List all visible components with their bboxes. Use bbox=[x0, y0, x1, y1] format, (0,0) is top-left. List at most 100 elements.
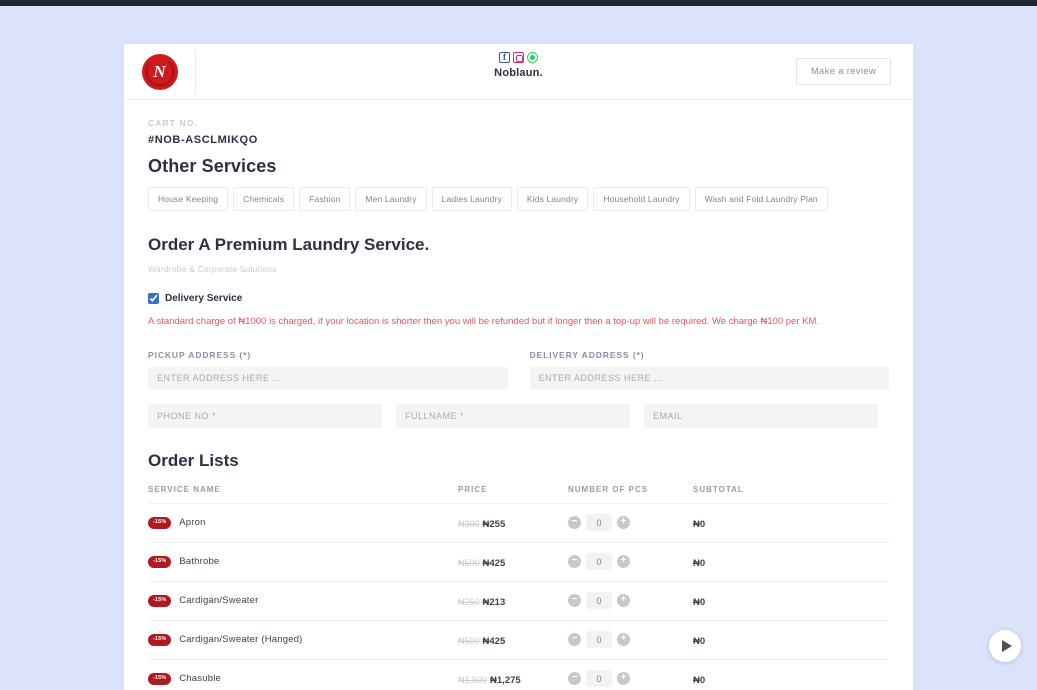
quantity-input[interactable] bbox=[586, 670, 612, 688]
service-name-text: Chasuble bbox=[179, 673, 221, 685]
email-input[interactable] bbox=[644, 403, 878, 428]
increment-button[interactable]: + bbox=[617, 555, 630, 569]
delivery-service-label[interactable]: Delivery Service bbox=[165, 293, 242, 304]
quantity-input[interactable] bbox=[586, 553, 612, 571]
cell-subtotal: ₦0 bbox=[693, 542, 889, 582]
order-lists-table: SERVICE NAME PRICE NUMBER OF PCS SUBTOTA… bbox=[148, 484, 889, 690]
other-services-title: Other Services bbox=[148, 156, 277, 176]
delivery-charge-notice: A standard charge of ₦1000 is charged, i… bbox=[148, 316, 820, 327]
play-icon bbox=[1001, 640, 1012, 652]
service-tabs: House Keeping Chemicals Fashion Men Laun… bbox=[148, 187, 889, 211]
cell-service-name: -15% Cardigan/Sweater bbox=[148, 581, 458, 621]
tab-kids-laundry[interactable]: Kids Laundry bbox=[516, 187, 589, 211]
contact-fields-row bbox=[148, 403, 889, 428]
instagram-icon[interactable] bbox=[513, 52, 524, 63]
cell-price: ₦1,500 ₦1,275 bbox=[458, 659, 568, 690]
cell-quantity: −+ bbox=[568, 581, 693, 621]
quantity-input[interactable] bbox=[586, 514, 612, 532]
order-lists-body: -15%Apron₦300₦255−+₦0-15%Bathrobe₦500₦42… bbox=[148, 503, 889, 690]
decrement-button[interactable]: − bbox=[568, 516, 581, 530]
cell-subtotal: ₦0 bbox=[693, 503, 889, 543]
discounted-price: ₦1,275 bbox=[490, 674, 521, 686]
decrement-button[interactable]: − bbox=[568, 672, 581, 686]
order-form-title: Order A Premium Laundry Service. bbox=[148, 235, 430, 254]
tab-house-keeping[interactable]: House Keeping bbox=[148, 187, 229, 211]
quantity-stepper: −+ bbox=[568, 514, 693, 532]
original-price: ₦250 bbox=[458, 596, 480, 607]
cell-price: ₦300 ₦255 bbox=[458, 503, 568, 543]
tab-men-laundry[interactable]: Men Laundry bbox=[355, 187, 427, 211]
delivery-service-row: Delivery Service bbox=[148, 293, 889, 304]
brand-center-block: Noblaun. bbox=[124, 52, 913, 79]
pickup-address-label: PICKUP ADDRESS (*) bbox=[148, 349, 252, 360]
quantity-stepper: −+ bbox=[568, 592, 693, 610]
browser-top-bar bbox=[0, 0, 1037, 6]
subtotal-value: ₦0 bbox=[693, 557, 706, 569]
cart-no-value: #NOB-ASCLMIKQO bbox=[148, 134, 258, 146]
cart-no-label: CART NO. bbox=[148, 118, 198, 128]
tab-ladies-laundry[interactable]: Ladies Laundry bbox=[431, 187, 512, 211]
table-row: -15%Apron₦300₦255−+₦0 bbox=[148, 503, 889, 543]
subtotal-value: ₦0 bbox=[693, 596, 706, 608]
increment-button[interactable]: + bbox=[617, 516, 630, 530]
tab-household-laundry[interactable]: Household Laundry bbox=[593, 187, 690, 211]
page-card: N Noblaun. Make a review CART NO. #NOB-A… bbox=[124, 44, 913, 690]
quantity-stepper: −+ bbox=[568, 553, 693, 571]
facebook-icon[interactable] bbox=[499, 52, 510, 63]
original-price: ₦1,500 bbox=[458, 674, 488, 685]
tab-chemicals[interactable]: Chemicals bbox=[233, 187, 295, 211]
quantity-stepper: −+ bbox=[568, 631, 693, 649]
order-form-subtitle: Wardrobe & Corporate Solutions bbox=[148, 264, 277, 274]
page-content: CART NO. #NOB-ASCLMIKQO Other Services H… bbox=[124, 100, 913, 690]
table-row: -15%Cardigan/Sweater (Hanged)₦500₦425−+₦… bbox=[148, 620, 889, 660]
site-header: N Noblaun. Make a review bbox=[124, 44, 913, 100]
pickup-address-group: PICKUP ADDRESS (*) bbox=[148, 350, 508, 390]
quantity-input[interactable] bbox=[586, 592, 612, 610]
order-lists-title: Order Lists bbox=[148, 450, 239, 470]
increment-button[interactable]: + bbox=[617, 594, 630, 608]
decrement-button[interactable]: − bbox=[568, 594, 581, 608]
service-name-text: Apron bbox=[179, 517, 206, 529]
fullname-group bbox=[396, 403, 630, 428]
cell-quantity: −+ bbox=[568, 542, 693, 582]
discount-badge: -15% bbox=[148, 517, 172, 529]
decrement-button[interactable]: − bbox=[568, 555, 581, 569]
cell-quantity: −+ bbox=[568, 620, 693, 660]
delivery-service-checkbox[interactable] bbox=[148, 293, 159, 304]
increment-button[interactable]: + bbox=[617, 633, 630, 647]
discount-badge: -15% bbox=[148, 673, 172, 685]
column-header-service-name: SERVICE NAME bbox=[148, 484, 458, 504]
cell-service-name: -15% Apron bbox=[148, 503, 458, 543]
logo-container[interactable]: N bbox=[124, 49, 196, 94]
tab-wash-and-fold-laundry-plan[interactable]: Wash and Fold Laundry Plan bbox=[694, 187, 828, 211]
original-price: ₦300 bbox=[458, 518, 480, 529]
cell-service-name: -15% Bathrobe bbox=[148, 542, 458, 582]
quantity-input[interactable] bbox=[586, 631, 612, 649]
delivery-address-input[interactable] bbox=[529, 366, 889, 390]
make-a-review-button[interactable]: Make a review bbox=[795, 58, 891, 85]
discounted-price: ₦425 bbox=[482, 557, 506, 569]
logo-letter: N bbox=[153, 62, 166, 81]
cell-subtotal: ₦0 bbox=[693, 659, 889, 690]
discounted-price: ₦213 bbox=[482, 596, 506, 608]
cell-service-name: -15% Chasuble bbox=[148, 659, 458, 690]
table-row: -15%Chasuble₦1,500₦1,275−+₦0 bbox=[148, 659, 889, 690]
service-name-text: Cardigan/Sweater bbox=[179, 595, 259, 607]
phone-input[interactable] bbox=[148, 403, 382, 428]
discount-badge: -15% bbox=[148, 634, 172, 646]
cell-quantity: −+ bbox=[568, 503, 693, 543]
subtotal-value: ₦0 bbox=[693, 674, 706, 686]
pickup-address-input[interactable] bbox=[148, 366, 508, 390]
noblaun-logo-icon: N bbox=[141, 53, 178, 90]
column-header-price: PRICE bbox=[458, 484, 568, 504]
play-button[interactable] bbox=[989, 630, 1021, 662]
delivery-address-label: DELIVERY ADDRESS (*) bbox=[529, 349, 645, 360]
tab-fashion[interactable]: Fashion bbox=[299, 187, 351, 211]
cell-price: ₦500 ₦425 bbox=[458, 542, 568, 582]
table-header-row: SERVICE NAME PRICE NUMBER OF PCS SUBTOTA… bbox=[148, 484, 889, 504]
fullname-input[interactable] bbox=[396, 403, 630, 428]
cell-service-name: -15% Cardigan/Sweater (Hanged) bbox=[148, 620, 458, 660]
decrement-button[interactable]: − bbox=[568, 633, 581, 647]
whatsapp-icon[interactable] bbox=[527, 52, 538, 63]
increment-button[interactable]: + bbox=[617, 672, 630, 686]
